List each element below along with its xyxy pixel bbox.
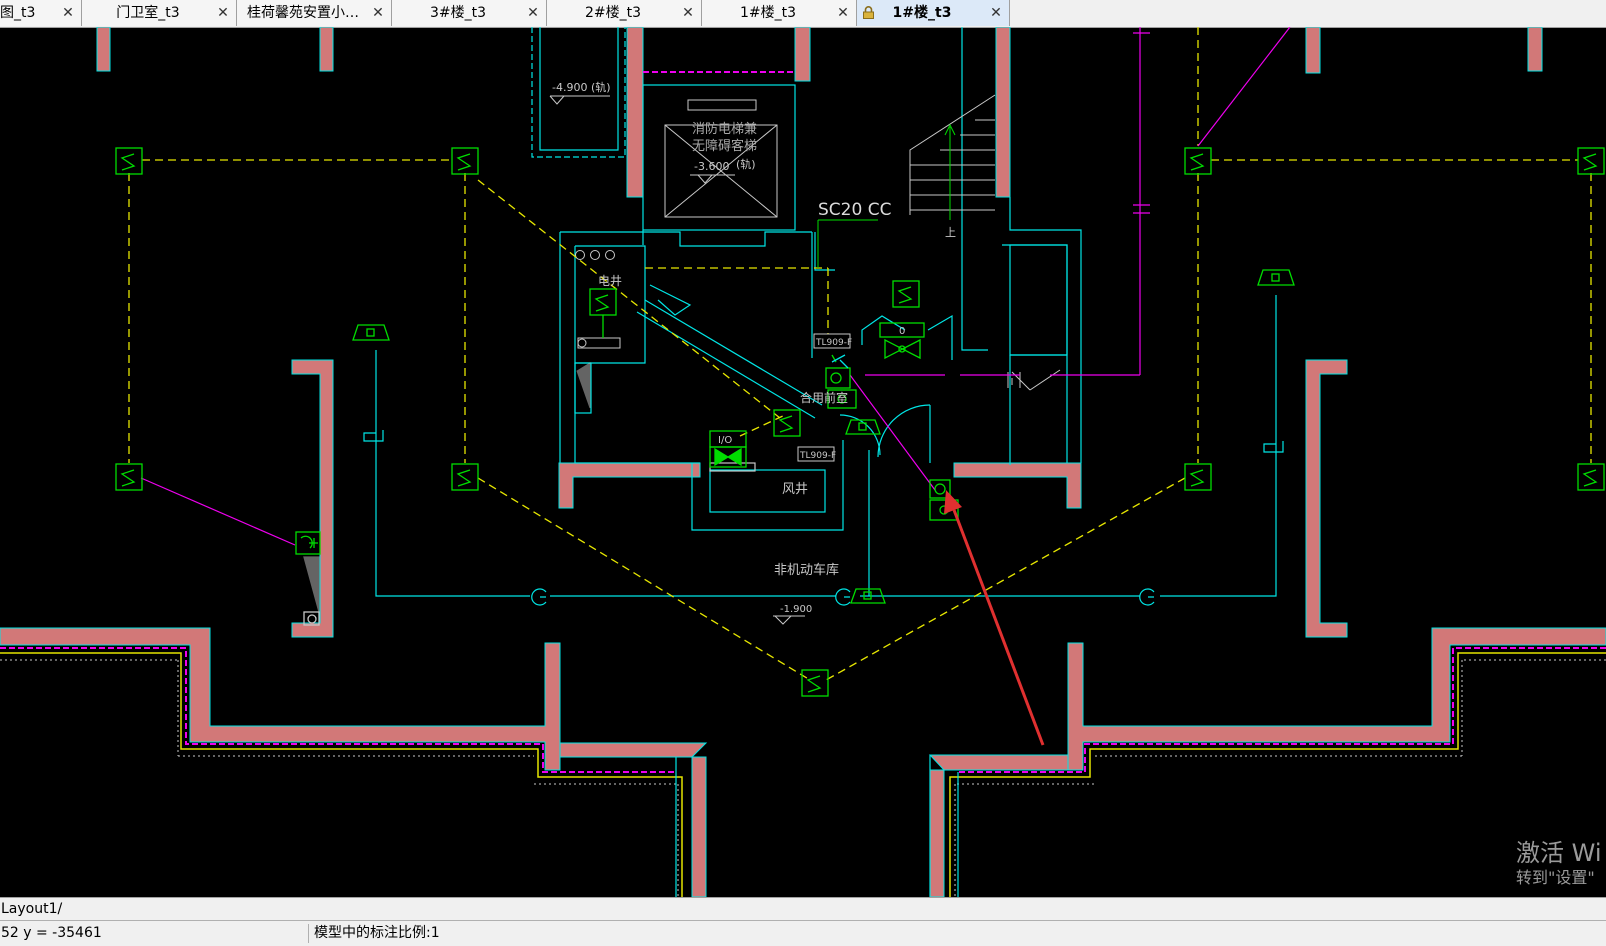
fire-alarm-devices [115,147,1605,697]
label-wind-shaft: 风井 [782,482,808,497]
smoke-detector-icon [1577,463,1605,491]
label-tl2: TL909-F [799,451,836,461]
close-icon[interactable]: ✕ [989,0,1003,26]
tab-drawing-3[interactable]: 3#楼_t3 ✕ [392,0,547,26]
label-io: I/O [718,435,732,446]
label-garage: 非机动车库 [774,562,839,578]
smoke-detector-icon [451,463,479,491]
tab-layout1[interactable]: Layout1/ [0,901,62,917]
smoke-detector-icon [589,288,617,316]
label-up: 上 [945,226,956,239]
close-icon[interactable]: ✕ [836,0,850,26]
manual-call-point-icon [295,531,321,555]
watermark-line2: 转到"设置" [1516,868,1595,887]
close-icon[interactable]: ✕ [681,0,695,26]
smoke-detector-icon [451,147,479,175]
label-conduit: SC20 CC [818,200,891,220]
cad-drawing-canvas[interactable]: -4.900 (轨) 消防电梯兼 无障碍客梯 -3.600 (轨) SC20 C… [0,27,1606,897]
smoke-detector-icon [801,669,829,697]
junction-box [303,556,320,626]
stair [909,94,996,220]
tab-drawing-6-active[interactable]: 1#楼_t3 ✕ [857,0,1010,26]
status-bar: 52 y = -35461 模型中的标注比例:1 [0,920,1606,946]
layout-tab-bar: Layout1/ [0,897,1606,920]
label-elevator-1: 消防电梯兼 [692,121,757,137]
shaft-details [1007,369,1061,391]
close-icon[interactable]: ✕ [526,0,540,26]
outer-boundary [0,652,1606,897]
tab-drawing-4[interactable]: 2#楼_t3 ✕ [547,0,702,26]
smoke-detector-icon [892,280,920,308]
activation-watermark: 激活 Wi 转到"设置" [1516,838,1602,888]
label-elev-mid: -3.600 [694,160,729,173]
annotation-scale: 模型中的标注比例:1 [314,925,440,941]
status-divider [308,924,309,943]
drawing-tab-bar: 图_t3 ✕ 门卫室_t3 ✕ 桂荷馨苑安置小… ✕ 3#楼_t3 ✕ 2#楼_… [0,0,1606,28]
tab-label: 1#楼_t3 [739,5,797,21]
yellow-wiring [128,27,1592,681]
annotation-arrow [944,490,1045,746]
tab-label: 1#楼_t3 [892,5,952,21]
tab-drawing-1[interactable]: 门卫室_t3 ✕ [82,0,237,26]
label-elev-top: -4.900 [552,81,587,94]
waterproof-lines [0,71,1606,773]
label-combined: 合用前室 [800,390,848,405]
tab-drawing-0[interactable]: 图_t3 ✕ [0,0,82,26]
label-tl1: TL909-F [815,338,852,348]
tab-drawing-2[interactable]: 桂荷馨苑安置小… ✕ [237,0,392,26]
drawing-labels: -4.900 (轨) 消防电梯兼 无障碍客梯 -3.600 (轨) SC20 C… [549,80,956,625]
smoke-detector-icon [773,409,801,437]
smoke-detector-icon [1577,147,1605,175]
watermark-line1: 激活 Wi [1516,839,1602,867]
smoke-detector-icon [115,147,143,175]
label-elev-top-note: (轨) [591,80,611,94]
close-icon[interactable]: ✕ [216,0,230,26]
cyan-structure [363,27,1284,897]
smoke-detector-icon [115,463,143,491]
label-elevator-2: 无障碍客梯 [692,138,757,154]
tab-label: 图_t3 [0,5,36,21]
tab-label: 3#楼_t3 [429,5,487,21]
close-icon[interactable]: ✕ [61,0,75,26]
walls [0,27,1606,897]
smoke-detector-icon [1184,463,1212,491]
close-icon[interactable]: ✕ [371,0,385,26]
label-zero: 0 [899,326,905,337]
coordinate-readout: 52 y = -35461 [1,925,102,941]
tab-label: 门卫室_t3 [116,5,180,21]
speaker-icon [1257,269,1295,286]
label-shaft-elec: 电井 [598,274,622,288]
smoke-detector-icon [1184,147,1212,175]
tab-label: 桂荷馨苑安置小… [247,5,359,21]
label-elev-bottom: -1.900 [780,604,812,615]
speaker-icon [352,324,390,341]
tab-label: 2#楼_t3 [584,5,642,21]
tab-drawing-5[interactable]: 1#楼_t3 ✕ [702,0,857,26]
label-elev-mid-note: (轨) [736,157,756,171]
